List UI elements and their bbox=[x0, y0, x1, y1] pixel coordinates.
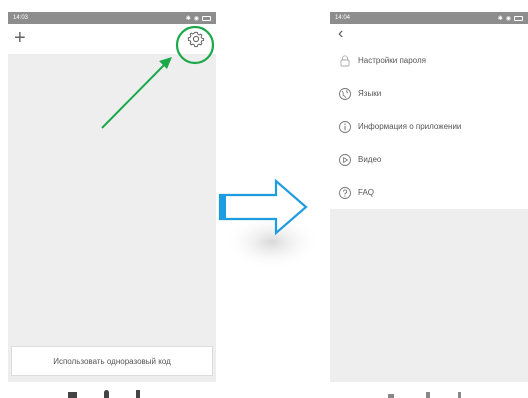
use-one-time-code-button[interactable]: Использовать одноразовый код bbox=[11, 346, 213, 376]
wifi-icon: ◉ bbox=[193, 15, 199, 22]
nav-bar-left bbox=[8, 386, 216, 398]
menu-item-languages[interactable]: Языки bbox=[330, 77, 528, 110]
use-one-time-code-label: Использовать одноразовый код bbox=[53, 356, 171, 366]
status-bar: 14:04 ✱ ◉ bbox=[330, 12, 528, 24]
question-icon bbox=[338, 186, 352, 200]
status-icons: ✱ ◉ bbox=[498, 15, 523, 22]
main-screen: 14:03 ✱ ◉ + Использовать одноразовый код bbox=[8, 12, 216, 382]
menu-item-label: Видео bbox=[358, 155, 382, 164]
status-bar: 14:03 ✱ ◉ bbox=[8, 12, 216, 24]
nav-home-icon bbox=[68, 392, 77, 398]
chevron-left-icon[interactable]: ‹ bbox=[338, 24, 343, 44]
menu-item-label: Языки bbox=[358, 89, 382, 98]
menu-item-label: Информация о приложении bbox=[358, 122, 462, 131]
settings-screen: 14:04 ✱ ◉ ‹ Настройки пароля Языки Инфор… bbox=[330, 12, 528, 382]
globe-icon bbox=[338, 87, 352, 101]
menu-item-password-settings[interactable]: Настройки пароля bbox=[330, 44, 528, 77]
menu-item-label: FAQ bbox=[358, 188, 375, 197]
bluetooth-icon: ✱ bbox=[497, 15, 503, 22]
nav-mic-icon bbox=[426, 392, 430, 398]
nav-back-icon bbox=[458, 392, 461, 398]
transition-arrow-tail bbox=[220, 195, 226, 219]
settings-header: ‹ bbox=[330, 24, 528, 44]
nav-back-icon bbox=[136, 390, 140, 398]
nav-mic-icon bbox=[104, 390, 109, 398]
status-time: 14:04 bbox=[335, 15, 351, 21]
status-time: 14:03 bbox=[13, 15, 29, 21]
battery-icon bbox=[202, 15, 211, 21]
battery-icon bbox=[514, 15, 523, 21]
gear-icon[interactable] bbox=[186, 29, 206, 49]
transition-arrow bbox=[218, 178, 308, 236]
play-icon bbox=[338, 153, 352, 167]
menu-item-app-info[interactable]: Информация о приложении bbox=[330, 110, 528, 143]
menu-item-faq[interactable]: FAQ bbox=[330, 176, 528, 209]
menu-item-label: Настройки пароля bbox=[358, 56, 426, 65]
info-icon bbox=[338, 120, 352, 134]
settings-menu: Настройки пароля Языки Информация о прил… bbox=[330, 44, 528, 209]
status-icons: ✱ ◉ bbox=[186, 15, 211, 22]
nav-home-icon bbox=[388, 394, 394, 398]
lock-icon bbox=[338, 54, 352, 68]
wifi-icon: ◉ bbox=[505, 15, 511, 22]
menu-item-video[interactable]: Видео bbox=[330, 143, 528, 176]
arrow-shadow bbox=[224, 214, 320, 270]
top-toolbar: + bbox=[8, 24, 216, 54]
plus-icon[interactable]: + bbox=[14, 26, 26, 50]
bluetooth-icon: ✱ bbox=[185, 15, 191, 22]
nav-bar-right bbox=[330, 386, 528, 398]
